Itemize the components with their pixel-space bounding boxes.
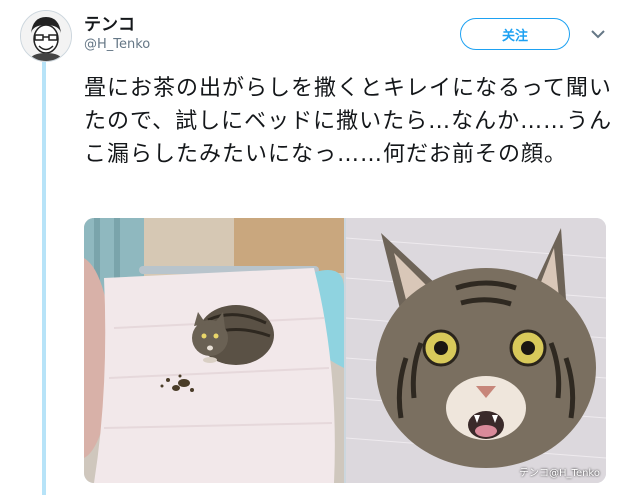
user-handle[interactable]: @H_Tenko: [84, 37, 150, 52]
follow-button[interactable]: 关注: [460, 18, 570, 50]
display-name[interactable]: テンコ: [84, 10, 135, 35]
chevron-down-icon[interactable]: [588, 24, 608, 44]
avatar[interactable]: [20, 10, 72, 62]
photo-cat-on-bed[interactable]: [84, 218, 344, 483]
media-grid[interactable]: テンコ@H_Tenko: [84, 218, 606, 483]
thread-line: [42, 62, 46, 495]
avatar-illustration: [21, 11, 71, 61]
photo-cat-closeup[interactable]: テンコ@H_Tenko: [346, 218, 606, 483]
photo-watermark: テンコ@H_Tenko: [519, 468, 600, 479]
tweet-text: 畳にお茶の出がらしを撒くとキレイになるって聞いたので、試しにベッドに撒いたら…な…: [84, 76, 613, 167]
